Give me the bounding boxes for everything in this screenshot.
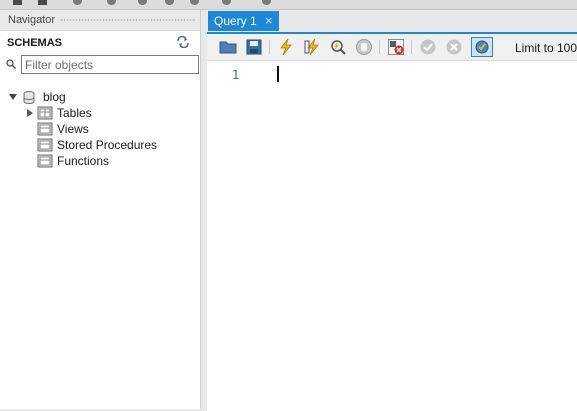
tree-item-functions[interactable]: Functions [37,153,109,169]
stored-procedures-folder-icon [37,138,53,152]
explain-icon[interactable] [329,38,347,56]
rollback-icon[interactable] [445,38,463,56]
drag-grip[interactable] [60,19,196,21]
stop-icon[interactable] [355,38,373,56]
text-caret [277,66,279,82]
new-file-icon[interactable] [13,0,22,5]
tree-item-tables[interactable]: Tables [27,105,92,121]
toolbar-icon[interactable] [165,0,174,5]
database-icon [23,90,35,104]
toolbar-separator [269,40,270,54]
tree-schema-blog[interactable]: blog [9,89,66,105]
tree-item-label: Views [57,122,89,136]
tree-item-label: Tables [57,106,92,120]
tree-item-stored-procedures[interactable]: Stored Procedures [37,137,157,153]
views-folder-icon [37,122,53,136]
functions-folder-icon [37,154,53,168]
tables-folder-icon [37,106,53,120]
toolbar-icon[interactable] [73,0,82,5]
schemas-label: SCHEMAS [7,37,63,49]
toolbar-icon[interactable] [190,0,199,5]
toolbar-icon[interactable] [138,0,147,5]
execute-current-statement-icon[interactable] [303,38,321,56]
toolbar-separator [379,40,380,54]
limit-rows-select[interactable]: Limit to 1000 [515,41,577,55]
schema-name: blog [43,90,66,104]
line-number: 1 [232,68,240,82]
toolbar-separator [411,40,412,54]
execute-icon[interactable] [277,38,295,56]
editor-area: Query 1 × Limit to 1000 1 [201,10,577,411]
main-toolbar-strip [0,0,577,10]
tab-bar: Query 1 × [201,10,577,32]
tree-item-label: Stored Procedures [57,138,158,152]
tab-query-1[interactable]: Query 1 × [208,11,279,31]
refresh-icon[interactable] [176,36,190,48]
toolbar-icon[interactable] [222,0,231,5]
collapse-arrow-icon[interactable] [9,94,17,100]
navigator-panel: Navigator SCHEMAS blog Tables [0,10,201,409]
search-icon [6,59,16,69]
autocommit-toggle-icon[interactable] [471,37,493,57]
open-sql-file-icon[interactable] [219,38,237,56]
filter-box [4,55,199,74]
toolbar-icon[interactable] [262,0,271,5]
sql-editor-frame: Limit to 1000 1 [207,32,577,411]
sql-toolbar: Limit to 1000 [207,34,577,61]
save-sql-file-icon[interactable] [245,38,263,56]
tree-item-label: Functions [57,154,110,168]
toggle-continue-on-error-icon[interactable] [387,38,405,56]
tab-label: Query 1 [214,14,257,28]
commit-icon[interactable] [419,38,437,56]
tree-item-views[interactable]: Views [37,121,89,137]
filter-objects-input[interactable] [21,55,199,74]
open-file-icon[interactable] [38,0,47,5]
close-tab-icon[interactable]: × [265,14,275,27]
navigator-title: Navigator [8,14,56,26]
expand-arrow-icon[interactable] [27,109,33,117]
navigator-header: Navigator [0,10,200,31]
toolbar-icon[interactable] [107,0,116,5]
